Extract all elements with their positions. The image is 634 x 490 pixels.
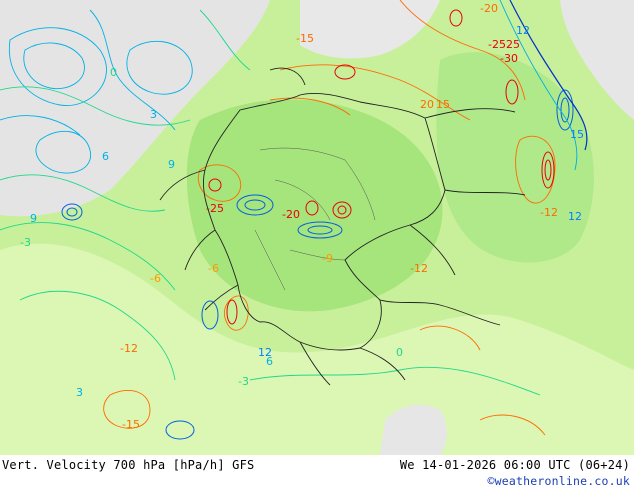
contour-label: -30 (500, 52, 518, 65)
valid-time: We 14-01-2026 06:00 UTC (06+24) (399, 458, 630, 472)
contour-label: 15 (436, 98, 450, 111)
contour-label: -12 (540, 206, 558, 219)
weather-map-frame: -20 -25 25 -30 -15 20 15 -25 12 15 12 9 … (0, 0, 634, 490)
contour-label: -6 (150, 272, 161, 285)
contour-label: 25 (506, 38, 520, 51)
contour-label: -12 (410, 262, 428, 275)
contour-label: 9 (168, 158, 175, 171)
contour-label: -25 (206, 202, 224, 215)
contour-label: -20 (480, 2, 498, 15)
vertical-velocity-map: -20 -25 25 -30 -15 20 15 -25 12 15 12 9 … (0, 0, 634, 455)
contour-label: 3 (76, 386, 83, 399)
map-footer: Vert. Velocity 700 hPa [hPa/h] GFS We 14… (0, 455, 634, 490)
contour-label: -3 (238, 375, 249, 388)
contour-label: -15 (296, 32, 314, 45)
contour-label: 20 (420, 98, 434, 111)
map-title: Vert. Velocity 700 hPa [hPa/h] GFS (2, 458, 255, 472)
contour-label: 3 (150, 108, 157, 121)
contour-label: 9 (30, 212, 37, 225)
contour-label: 15 (570, 128, 584, 141)
contour-label: -3 (20, 236, 31, 249)
contour-label: 12 (516, 24, 530, 37)
contour-label: -20 (282, 208, 300, 221)
contour-label: -6 (208, 262, 219, 275)
contour-label: 0 (110, 66, 117, 79)
contour-label: 12 (568, 210, 582, 223)
contour-label: 6 (266, 355, 273, 368)
site-credit-link[interactable]: ©weatheronline.co.uk (488, 474, 630, 488)
contour-label: -15 (122, 418, 140, 431)
contour-label: -12 (120, 342, 138, 355)
contour-label: -9 (322, 252, 333, 265)
contour-label: -25 (488, 38, 506, 51)
contour-label: 0 (396, 346, 403, 359)
contour-label: 6 (102, 150, 109, 163)
